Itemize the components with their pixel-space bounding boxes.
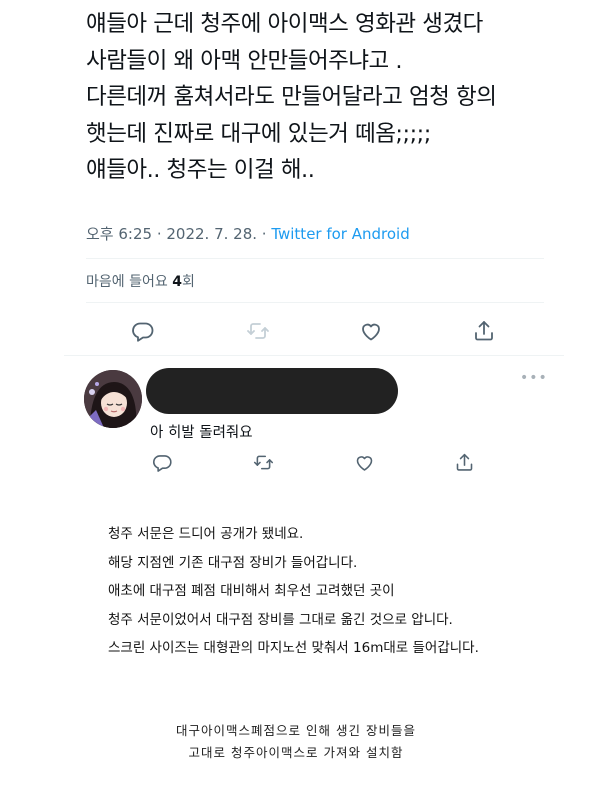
likes-label: 마음에 들어요 [86,274,173,290]
quoted-article: 청주 서문은 드디어 공개가 됐네요. 해당 지점엔 기존 대구점 장비가 들어… [108,520,479,663]
retweet-button[interactable] [243,316,273,346]
tweet-source-link[interactable]: Twitter for Android [271,225,409,243]
reply-icon [132,322,154,342]
tweet-line: 사람들이 왜 아맥 안만들어주냐고 . [86,47,403,74]
tweet-actions [86,316,546,346]
reply-icon [152,454,172,472]
likes-number: 4 [172,274,182,290]
reply-button[interactable] [128,316,158,346]
divider [64,355,564,356]
article-line: 해당 지점엔 기존 대구점 장비가 들어갑니다. [108,554,358,571]
redacted-username[interactable] [146,368,398,414]
tweet-timestamp[interactable]: 오후 6:25 · 2022. 7. 28. · [86,225,271,243]
article-line: 청주 서문이었어서 대구점 장비를 그대로 옮긴 것으로 압니다. [108,611,453,628]
caption: 대구아이맥스폐점으로 인해 생긴 장비들을 고대로 청주아이맥스로 가져와 설치… [0,720,592,764]
tweet-line: 얘들아.. 청주는 이걸 해.. [86,157,315,183]
reply-actions [150,450,480,474]
tweet-meta: 오후 6:25 · 2022. 7. 28. · Twitter for And… [86,223,410,244]
reply-text: 아 히발 돌려줘요 [150,425,253,441]
tweet-text: 얘들아 근데 청주에 아이맥스 영화관 생겼다 사람들이 왜 아맥 안만들어주냐… [86,6,566,189]
likes-count[interactable]: 마음에 들어요 4회 [86,271,195,291]
retweet-icon [247,323,269,339]
share-button[interactable] [452,450,476,474]
tweet-line: 얘들아 근데 청주에 아이맥스 영화관 생겼다 [86,11,483,37]
tweet-line: 햇는데 진짜로 대구에 있는거 떼옴;;;;; [86,120,431,147]
avatar-illustration [84,370,142,428]
tweet-line: 다른데꺼 훔쳐서라도 만들어달라고 엄청 항의 [86,84,497,110]
retweet-icon [253,455,273,469]
likes-unit: 회 [181,274,195,290]
like-button[interactable] [356,316,386,346]
avatar[interactable] [84,370,142,428]
caption-line: 대구아이맥스폐점으로 인해 생긴 장비들을 [176,723,416,738]
like-button[interactable] [352,450,376,474]
article-line: 애초에 대구점 폐점 대비해서 최우선 고려했던 곳이 [108,583,395,599]
article-line: 청주 서문은 드디어 공개가 됐네요. [108,526,304,542]
share-icon [456,453,472,471]
divider [86,302,544,303]
share-button[interactable] [469,316,499,346]
reply-button[interactable] [150,450,174,474]
more-icon[interactable]: ••• [520,370,548,386]
article-line: 스크린 사이즈는 대형관의 마지노선 맞춰서 16m대로 들어갑니다. [108,640,479,656]
heart-icon [356,455,372,471]
share-icon [475,321,493,341]
divider [86,258,544,259]
caption-line: 고대로 청주아이맥스로 가져와 설치함 [188,745,404,760]
heart-icon [362,323,380,341]
retweet-button[interactable] [251,450,275,474]
